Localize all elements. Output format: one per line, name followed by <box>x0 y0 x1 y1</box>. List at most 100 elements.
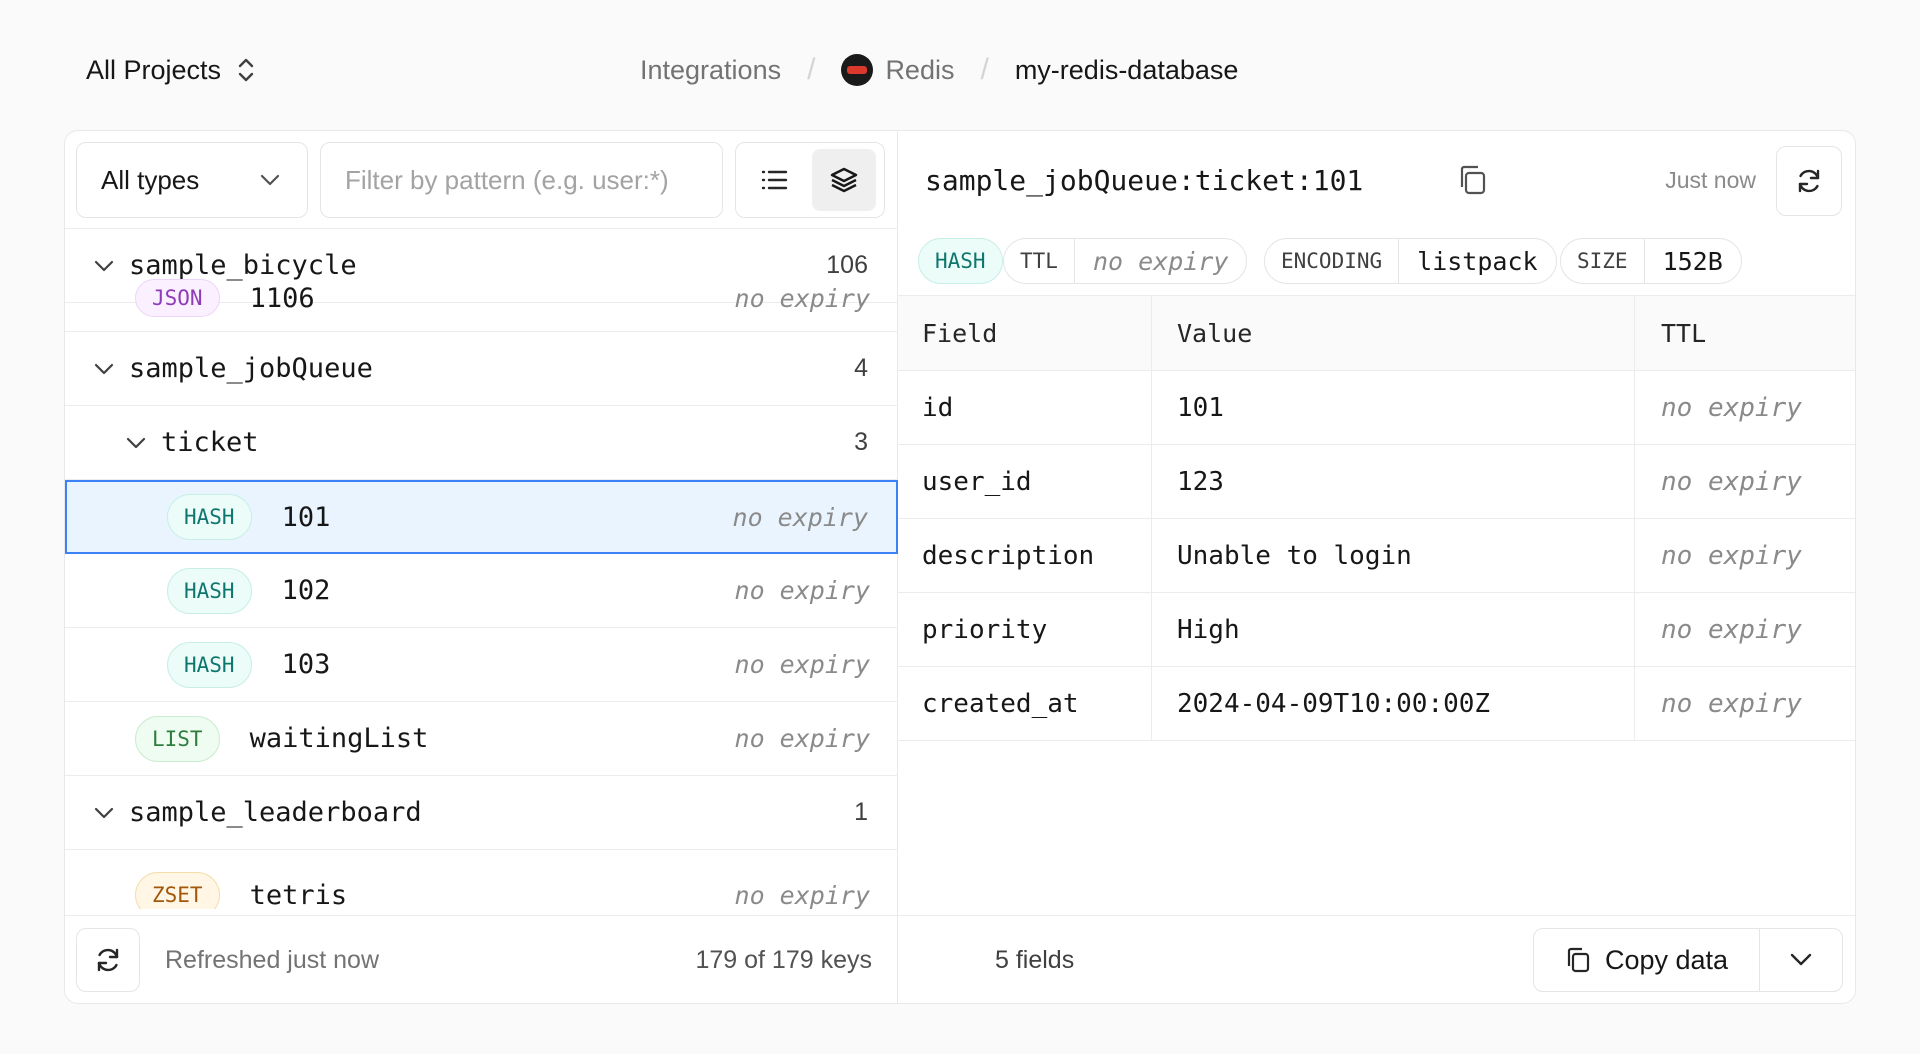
breadcrumb-database: my-redis-database <box>1014 54 1239 85</box>
type-filter-value: All types <box>101 164 200 195</box>
key-name: tetris <box>249 879 348 910</box>
table-row[interactable]: user_id 123 no expiry <box>898 445 1855 519</box>
tree-view-button[interactable] <box>812 149 876 211</box>
pattern-filter-input[interactable] <box>320 142 723 218</box>
table-row[interactable]: priority High no expiry <box>898 593 1855 667</box>
field-cell: description <box>898 519 1152 592</box>
type-badge: LIST <box>135 715 220 762</box>
key-ttl: no expiry <box>734 724 870 753</box>
type-badge: JSON <box>135 278 220 317</box>
copy-icon <box>1567 947 1590 973</box>
column-header-value[interactable]: Value <box>1152 296 1635 370</box>
key-row[interactable]: JSON 1106 no expiry <box>65 278 898 332</box>
type-badge: ZSET <box>135 872 220 909</box>
table-row[interactable]: description Unable to login no expiry <box>898 519 1855 593</box>
copy-icon[interactable] <box>1456 163 1488 197</box>
ttl-cell: no expiry <box>1661 466 1802 497</box>
key-title: sample_jobQueue:ticket:101 <box>925 164 1364 197</box>
key-row[interactable]: ZSET tetris no expiry <box>65 850 898 909</box>
column-header-field[interactable]: Field <box>898 296 1152 370</box>
size-chip: SIZE 152B <box>1560 238 1742 284</box>
reload-key-button[interactable] <box>1776 146 1842 216</box>
refresh-icon <box>1798 169 1820 193</box>
key-ttl: no expiry <box>734 880 870 910</box>
encoding-chip: ENCODING listpack <box>1264 238 1557 284</box>
key-detail: sample_jobQueue:ticket:101 Just now HASH… <box>898 131 1855 1003</box>
chevron-down-icon <box>126 437 146 448</box>
chevron-down-icon <box>94 260 114 271</box>
key-group-count: 3 <box>854 428 868 456</box>
field-count: 5 fields <box>995 946 1075 974</box>
copy-data-label: Copy data <box>1604 944 1729 975</box>
key-group-name: sample_leaderboard <box>129 797 422 828</box>
key-ttl: no expiry <box>732 502 868 532</box>
key-group-count: 4 <box>854 354 868 382</box>
key-detail-header: sample_jobQueue:ticket:101 Just now <box>898 131 1855 229</box>
copy-data-button[interactable]: Copy data <box>1534 929 1760 991</box>
key-group-sample-jobqueue[interactable]: sample_jobQueue 4 <box>65 332 898 406</box>
copy-options-button[interactable] <box>1760 929 1842 991</box>
chevron-up-down-icon <box>238 58 254 82</box>
copy-data-group: Copy data <box>1533 928 1843 992</box>
field-cell: created_at <box>898 667 1152 740</box>
key-browser-footer: Refreshed just now 179 of 179 keys <box>65 915 898 1003</box>
key-name: 102 <box>281 575 331 606</box>
last-updated: Just now <box>1665 167 1756 193</box>
key-row[interactable]: HASH 103 no expiry <box>65 628 898 702</box>
breadcrumb: Integrations / Redis / my-redis-database <box>640 52 1238 88</box>
ttl-cell: no expiry <box>1661 688 1802 719</box>
key-ttl: no expiry <box>734 576 870 605</box>
key-group-count: 1 <box>854 798 868 826</box>
table-row[interactable]: id 101 no expiry <box>898 371 1855 445</box>
key-name: 1106 <box>249 283 315 314</box>
ttl-cell: no expiry <box>1661 392 1802 423</box>
key-group-name: ticket <box>161 427 259 458</box>
column-header-ttl[interactable]: TTL <box>1635 296 1855 370</box>
type-badge: HASH <box>167 567 252 614</box>
key-detail-footer: 5 fields Copy data <box>898 915 1855 1003</box>
key-group-ticket[interactable]: ticket 3 <box>65 406 898 480</box>
chevron-down-icon <box>260 174 280 186</box>
size-value: 152B <box>1662 246 1723 276</box>
ttl-cell: no expiry <box>1661 614 1802 645</box>
key-row-selected[interactable]: HASH 101 no expiry <box>65 480 898 554</box>
ttl-chip[interactable]: TTL no expiry <box>1003 238 1248 284</box>
type-filter-select[interactable]: All types <box>76 142 308 218</box>
key-browser: All types sample_bicycle 106 <box>65 131 898 1003</box>
redis-logo-icon <box>841 54 874 86</box>
key-browser-toolbar: All types <box>65 131 898 229</box>
size-label: SIZE <box>1561 239 1645 283</box>
type-badge: HASH <box>167 641 252 688</box>
chevron-down-icon <box>94 807 114 818</box>
key-count: 179 of 179 keys <box>695 946 872 974</box>
field-cell: priority <box>898 593 1152 666</box>
key-name: 103 <box>281 649 331 680</box>
breadcrumb-integrations[interactable]: Integrations <box>640 55 781 86</box>
breadcrumb-redis[interactable]: Redis <box>885 55 954 86</box>
type-badge: HASH <box>918 238 1003 284</box>
key-name: waitingList <box>249 723 429 754</box>
refresh-keys-button[interactable] <box>76 928 140 992</box>
chevron-down-icon <box>1790 953 1812 966</box>
key-group-sample-leaderboard[interactable]: sample_leaderboard 1 <box>65 776 898 850</box>
breadcrumb-separator: / <box>807 53 816 86</box>
list-view-button[interactable] <box>742 149 806 211</box>
field-cell: id <box>898 371 1152 444</box>
refresh-icon <box>97 948 119 972</box>
field-cell: user_id <box>898 445 1152 518</box>
view-mode-toggle <box>735 142 885 218</box>
type-badge: HASH <box>167 494 252 540</box>
key-row[interactable]: HASH 102 no expiry <box>65 554 898 628</box>
project-switcher[interactable]: All Projects <box>86 52 257 88</box>
type-value: HASH <box>935 249 986 273</box>
ttl-value: no expiry <box>1092 246 1229 276</box>
key-ttl: no expiry <box>734 650 870 679</box>
key-tree: sample_bicycle 106 JSON 1106 no expiry s… <box>65 229 898 909</box>
chevron-down-icon <box>94 363 114 374</box>
key-group-count: 106 <box>826 251 868 279</box>
key-ttl: no expiry <box>734 284 870 313</box>
top-bar: All Projects Integrations / Redis / my-r… <box>0 0 1920 130</box>
data-browser-panel: All types sample_bicycle 106 <box>64 130 1856 1004</box>
key-row[interactable]: LIST waitingList no expiry <box>65 702 898 776</box>
table-row[interactable]: created_at 2024-04-09T10:00:00Z no expir… <box>898 667 1855 741</box>
